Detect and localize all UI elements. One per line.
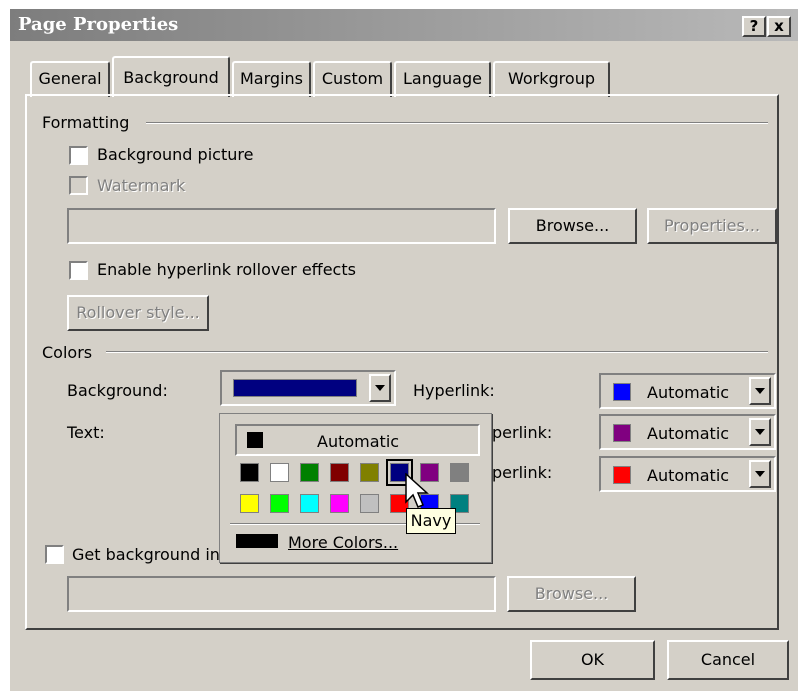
background-color-label: Background:	[67, 381, 168, 400]
hyperlink-color-text: Automatic	[647, 383, 730, 402]
tab-margins[interactable]: Margins	[232, 61, 311, 97]
palette-color-cell[interactable]	[270, 463, 289, 482]
background-color-combo[interactable]	[220, 370, 396, 406]
palette-color-cell[interactable]	[330, 494, 349, 513]
palette-color-cell[interactable]	[300, 463, 319, 482]
watermark-label: Watermark	[97, 176, 186, 195]
background-picture-label: Background picture	[97, 145, 254, 164]
active-hyperlink-color-text: Automatic	[647, 466, 730, 485]
automatic-color-swatch	[247, 432, 263, 448]
active-hyperlink-color-dropdown-button[interactable]	[749, 460, 771, 488]
tab-custom[interactable]: Custom	[313, 61, 392, 97]
automatic-color-label: Automatic	[317, 432, 400, 451]
hyperlink-label: Hyperlink:	[413, 381, 495, 400]
window-title: Page Properties	[18, 14, 179, 35]
palette-color-cell[interactable]	[450, 463, 469, 482]
more-colors-swatch	[236, 534, 278, 548]
chevron-down-icon	[755, 388, 765, 394]
hyperlink-color-combo[interactable]: Automatic	[599, 373, 776, 409]
more-colors-option[interactable]: More Colors...	[288, 533, 398, 552]
palette-color-cell[interactable]	[240, 494, 259, 513]
chevron-down-icon	[755, 429, 765, 435]
chevron-down-icon	[375, 385, 385, 391]
active-hyperlink-color-combo[interactable]: Automatic	[599, 456, 776, 492]
help-button[interactable]: ?	[742, 16, 766, 37]
color-tooltip: Navy	[406, 508, 456, 534]
background-picture-checkbox[interactable]	[69, 146, 88, 165]
hyperlink-color-dropdown-button[interactable]	[749, 377, 771, 405]
background-color-dropdown-button[interactable]	[369, 374, 391, 402]
background-color-swatch	[233, 379, 357, 397]
rollover-effects-checkbox[interactable]	[69, 261, 88, 280]
get-background-label: Get background in	[72, 545, 220, 564]
mouse-cursor-icon	[405, 473, 429, 508]
tab-general[interactable]: General	[30, 61, 110, 97]
colors-group-label: Colors	[42, 343, 93, 362]
ok-button[interactable]: OK	[530, 640, 655, 680]
color-picker-popup: Automatic More Colors...	[219, 413, 492, 563]
palette-color-cell[interactable]	[270, 494, 289, 513]
automatic-color-option[interactable]: Automatic	[235, 424, 480, 456]
text-color-label: Text:	[67, 423, 105, 442]
visited-hyperlink-color-dropdown-button[interactable]	[749, 418, 771, 446]
visited-hyperlink-label: perlink:	[492, 423, 553, 442]
formatting-group-label: Formatting	[42, 113, 130, 132]
chevron-down-icon	[755, 471, 765, 477]
active-hyperlink-color-swatch	[613, 466, 631, 484]
palette-color-cell[interactable]	[300, 494, 319, 513]
tab-background[interactable]: Background	[112, 56, 230, 97]
palette-color-cell[interactable]	[240, 463, 259, 482]
visited-hyperlink-color-combo[interactable]: Automatic	[599, 414, 776, 450]
palette-color-cell[interactable]	[330, 463, 349, 482]
close-button[interactable]: x	[767, 16, 791, 37]
watermark-checkbox[interactable]	[69, 176, 88, 195]
properties-button[interactable]: Properties...	[647, 208, 777, 244]
hyperlink-color-swatch	[613, 383, 631, 401]
formatting-separator	[146, 122, 768, 124]
visited-hyperlink-color-swatch	[613, 424, 631, 442]
palette-color-cell[interactable]	[360, 463, 379, 482]
tab-language[interactable]: Language	[394, 61, 491, 97]
active-hyperlink-label: perlink:	[492, 463, 553, 482]
browse-picture-button[interactable]: Browse...	[508, 208, 637, 244]
get-background-browse-button[interactable]: Browse...	[507, 576, 636, 612]
cancel-button[interactable]: Cancel	[667, 640, 789, 680]
background-picture-path-field[interactable]	[67, 208, 496, 244]
colors-separator	[106, 351, 768, 353]
visited-hyperlink-color-text: Automatic	[647, 424, 730, 443]
rollover-effects-label: Enable hyperlink rollover effects	[97, 260, 356, 279]
tab-workgroup[interactable]: Workgroup	[493, 61, 610, 97]
rollover-style-button[interactable]: Rollover style...	[67, 295, 209, 331]
palette-color-cell[interactable]	[360, 494, 379, 513]
get-background-checkbox[interactable]	[45, 545, 64, 564]
get-background-path-field[interactable]	[67, 576, 496, 612]
